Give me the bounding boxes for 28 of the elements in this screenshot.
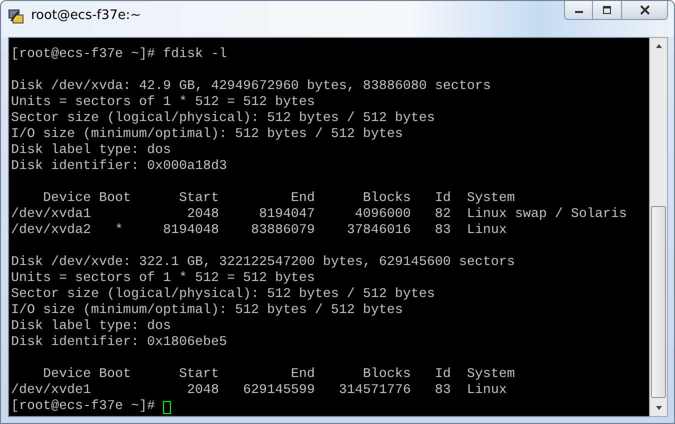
terminal-line: Device Boot Start End Blocks Id System [42, 191, 516, 207]
terminal-prompt: [root@ecs-f37e ~]# [11, 399, 155, 415]
terminal-line: Disk /dev/xvda: 42.9 GB, 42949672960 bytes, 83886080 sectors [11, 79, 492, 95]
terminal-line: Device Boot Start End Blocks Id System [42, 367, 516, 383]
maximize-icon [602, 6, 612, 14]
maximize-button[interactable] [593, 1, 622, 20]
terminal-line: [root@ecs-f37e ~]# fdisk -l [11, 47, 228, 63]
terminal-line: Disk identifier: 0x000a18d3 [11, 159, 228, 175]
terminal-line: Sector size (logical/physical): 512 bytes / 512 bytes [11, 287, 436, 303]
window-title: root@ecs-f37e:~ [31, 7, 142, 25]
terminal-line: Disk /dev/xvde: 322.1 GB, 322122547200 bytes, 629145600 sectors [11, 255, 516, 271]
close-icon [638, 5, 650, 15]
scrollbar-thumb[interactable] [651, 206, 666, 398]
terminal-line: I/O size (minimum/optimal): 512 bytes / 512 bytes [11, 303, 404, 319]
terminal-line: Units = sectors of 1 * 512 = 512 bytes [11, 95, 316, 111]
terminal-line: /dev/xvde1 2048 629145599 314571776 83 Linux [11, 383, 508, 399]
terminal-line: Disk label type: dos [11, 319, 172, 335]
terminal-line: Disk label type: dos [11, 143, 172, 159]
terminal-line: I/O size (minimum/optimal): 512 bytes / 512 bytes [11, 127, 404, 143]
vertical-scrollbar[interactable] [649, 37, 668, 417]
terminal-line: Disk identifier: 0x1806ebe5 [11, 335, 228, 351]
minimize-button[interactable] [564, 1, 593, 20]
computer-icon [7, 7, 25, 25]
terminal-line: Units = sectors of 1 * 512 = 512 bytes [11, 271, 316, 287]
close-button[interactable] [622, 1, 668, 20]
terminal-line: /dev/xvda1 2048 8194047 4096000 82 Linux swap / Solaris [11, 207, 628, 223]
terminal-line: Sector size (logical/physical): 512 bytes / 512 bytes [11, 111, 436, 127]
terminal-line: /dev/xvda2 * 8194048 83886079 37846016 83 Linux [11, 223, 508, 239]
